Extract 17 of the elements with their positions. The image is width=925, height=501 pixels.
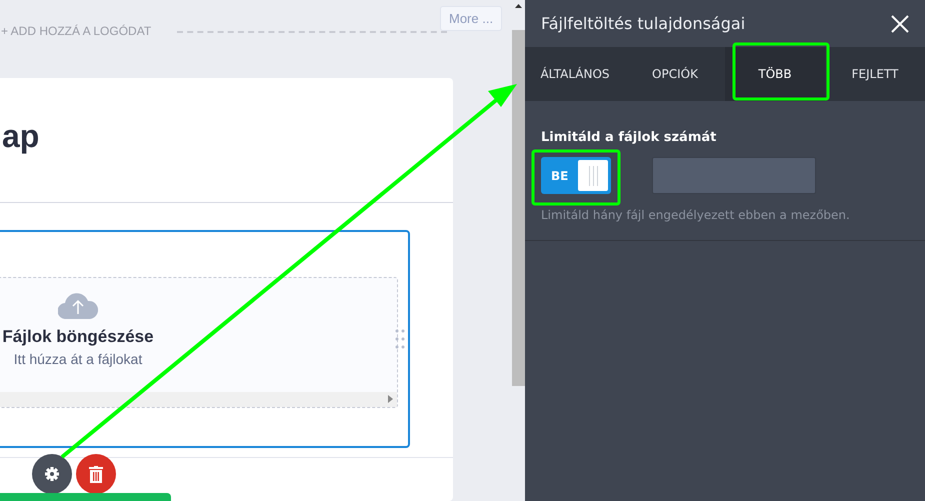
file-limit-input[interactable] bbox=[652, 157, 816, 194]
trash-icon bbox=[89, 466, 103, 482]
panel-tab[interactable]: TÖBB bbox=[725, 47, 825, 101]
scroll-right-icon[interactable] bbox=[388, 395, 393, 404]
setting-label: Limitáld a fájlok számát bbox=[541, 130, 718, 145]
form-title: ap bbox=[2, 118, 40, 155]
drop-zone[interactable]: Fájlok böngészése Itt húzza át a fájlokat bbox=[0, 276, 398, 408]
panel-title: Fájlfeltöltés tulajdonságai bbox=[541, 14, 746, 33]
browse-files-label: Fájlok böngészése bbox=[2, 326, 154, 347]
cloud-upload-icon bbox=[58, 292, 98, 319]
close-button[interactable] bbox=[891, 14, 909, 32]
upload-field[interactable]: Fájlok böngészése Itt húzza át a fájlokat bbox=[0, 230, 410, 448]
scrollbar[interactable] bbox=[512, 0, 525, 501]
gear-icon bbox=[45, 467, 59, 481]
drag-handle-icon[interactable] bbox=[395, 328, 405, 349]
setting-help-text: Limitáld hány fájl engedélyezett ebben a mezőben. bbox=[541, 208, 851, 222]
drop-hint: Itt húzza át a fájlokat bbox=[14, 350, 142, 367]
